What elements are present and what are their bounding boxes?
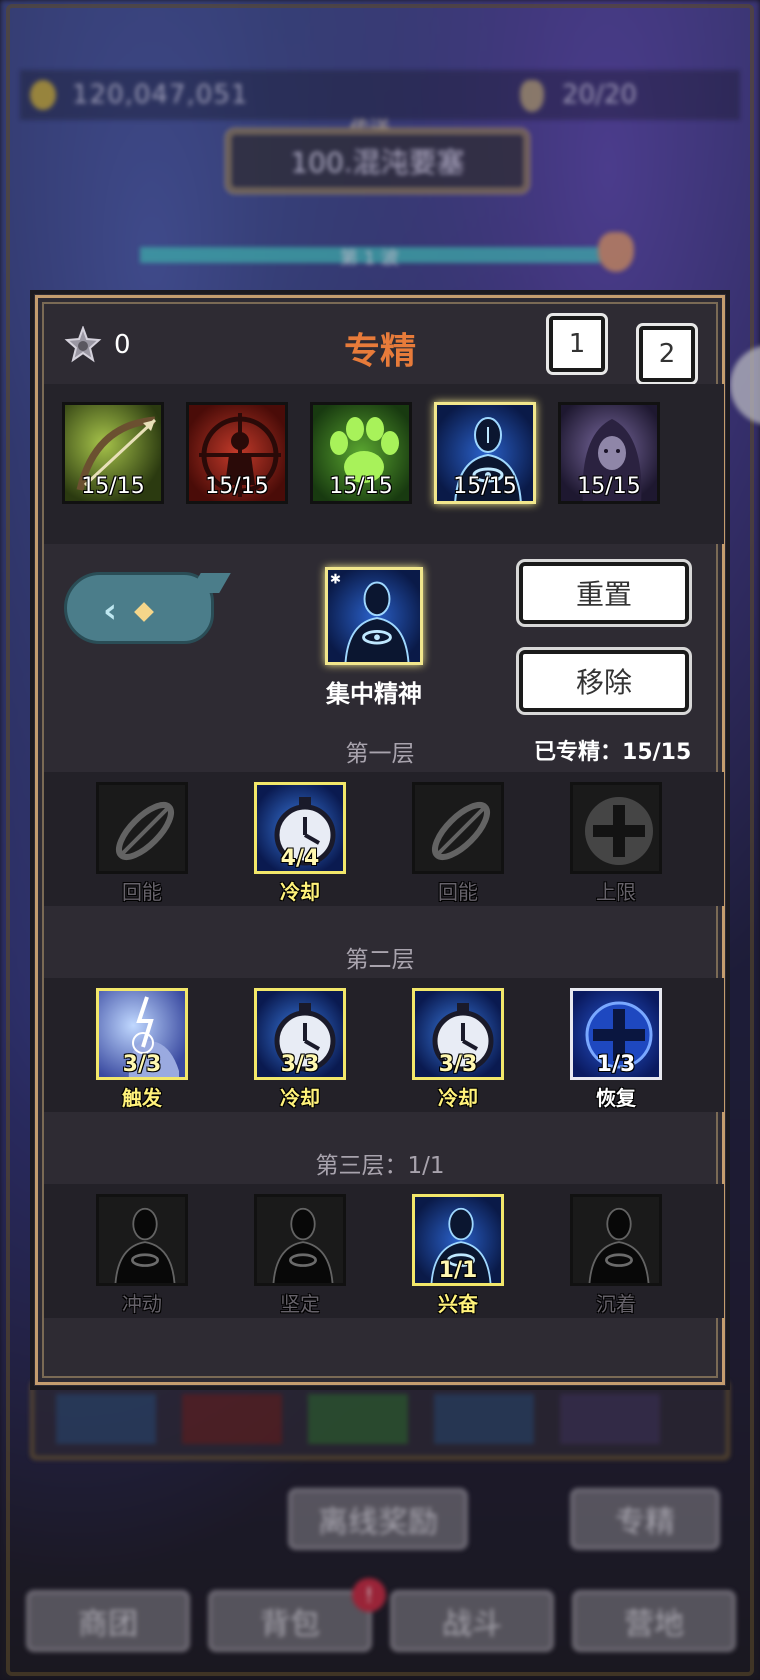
talent-name: 冲动 — [122, 1292, 162, 1316]
talent-cooldown-3[interactable]: 3/3 — [412, 988, 504, 1080]
talent-name: 坚定 — [280, 1292, 320, 1316]
page-2-button[interactable]: 2 — [639, 326, 695, 382]
talent-trigger[interactable]: 3/3 — [96, 988, 188, 1080]
class-selection-row: 15/15 15/15 15/15 15/15 15/15 — [44, 384, 724, 544]
talent-name: 回能 — [438, 880, 478, 904]
talent-cooldown-1[interactable]: 4/4 — [254, 782, 346, 874]
plus-shield-icon — [585, 797, 653, 865]
stage-name: 100.混沌要塞 — [225, 128, 530, 194]
tier-3-title: 第三层：1/1 — [315, 1153, 445, 1179]
back-button[interactable]: ‹ — [64, 572, 231, 644]
gold-amount: 120,047,051 — [72, 80, 249, 110]
class-card-beast[interactable]: 15/15 — [310, 402, 412, 504]
talent-name: 触发 — [122, 1086, 162, 1110]
talent-name: 兴奋 — [438, 1292, 478, 1316]
hidden-class-row — [30, 1380, 730, 1460]
class-card-focus[interactable]: 15/15 — [434, 402, 536, 504]
notification-badge: ! — [352, 1578, 386, 1612]
class-card-shadow[interactable]: 15/15 — [558, 402, 660, 504]
focus-figure-icon: ✱ — [330, 572, 410, 662]
tab-guild: 商团 — [26, 1590, 190, 1652]
tab-camp: 营地 — [572, 1590, 736, 1652]
class-card-archer[interactable]: 15/15 — [62, 402, 164, 504]
talent-name: 沉着 — [596, 1292, 636, 1316]
tier-2-row: 3/3 触发 3/3 冷却 3/3 冷却 1/3 恢复 — [44, 978, 724, 1112]
energy-amount: 20/20 — [562, 80, 637, 110]
talent-name: 上限 — [596, 880, 636, 904]
tier-3-row: 冲动 坚定 1/1 兴奋 沉着 — [44, 1184, 724, 1318]
panel-header: 0 专精 1 2 — [34, 294, 726, 384]
tier-2-title: 第二层 — [345, 947, 415, 973]
tier-1-row: 回能 4/4 冷却 回能 上限 — [44, 772, 724, 906]
page-1-button[interactable]: 1 — [549, 316, 605, 372]
talent-name: 冷却 — [280, 1086, 320, 1110]
talent-excitement[interactable]: 1/1 — [412, 1194, 504, 1286]
talent-recovery[interactable]: 1/3 — [570, 988, 662, 1080]
boss-mask-icon — [598, 232, 634, 272]
gold-coin-icon — [30, 80, 56, 110]
current-spec-name: 集中精神 — [326, 680, 422, 708]
wave-label: 第 1 波 — [340, 248, 399, 269]
talent-impulse[interactable] — [96, 1194, 188, 1286]
talent-name: 冷却 — [438, 1086, 478, 1110]
mastered-count: 已专精：15/15 — [534, 740, 692, 765]
energy-icon — [520, 80, 544, 112]
panel-title: 专精 — [343, 331, 416, 372]
diamond-icon — [134, 602, 154, 622]
talent-name: 恢复 — [596, 1086, 636, 1110]
focus-figure-icon — [272, 1207, 334, 1283]
talent-energy-regen-2[interactable] — [412, 782, 504, 874]
offline-rewards-button: 离线奖励 — [288, 1488, 468, 1550]
current-spec-icon: ✱ — [325, 567, 423, 665]
swirl-icon — [432, 802, 490, 860]
focus-figure-icon — [588, 1207, 650, 1283]
svg-text:✱: ✱ — [330, 572, 341, 587]
talent-steadfast[interactable] — [254, 1194, 346, 1286]
reset-button[interactable]: 重置 — [519, 562, 689, 624]
talent-cap[interactable] — [570, 782, 662, 874]
specialization-button: 专精 — [570, 1488, 720, 1550]
talent-energy-regen-1[interactable] — [96, 782, 188, 874]
focus-figure-icon — [114, 1207, 176, 1283]
tab-backpack: 背包 — [208, 1590, 372, 1652]
specialization-panel: 0 专精 1 2 15/15 15/15 15/15 15/15 15/15 ‹… — [30, 290, 730, 1390]
talent-name: 冷却 — [280, 880, 320, 904]
talent-cooldown-2[interactable]: 3/3 — [254, 988, 346, 1080]
class-card-hunter[interactable]: 15/15 — [186, 402, 288, 504]
tab-battle: 战斗 — [390, 1590, 554, 1652]
talent-name: 回能 — [122, 880, 162, 904]
remove-button[interactable]: 移除 — [519, 650, 689, 712]
swirl-icon — [116, 802, 174, 860]
chevron-left-icon: ‹ — [103, 591, 118, 631]
talent-composure[interactable] — [570, 1194, 662, 1286]
